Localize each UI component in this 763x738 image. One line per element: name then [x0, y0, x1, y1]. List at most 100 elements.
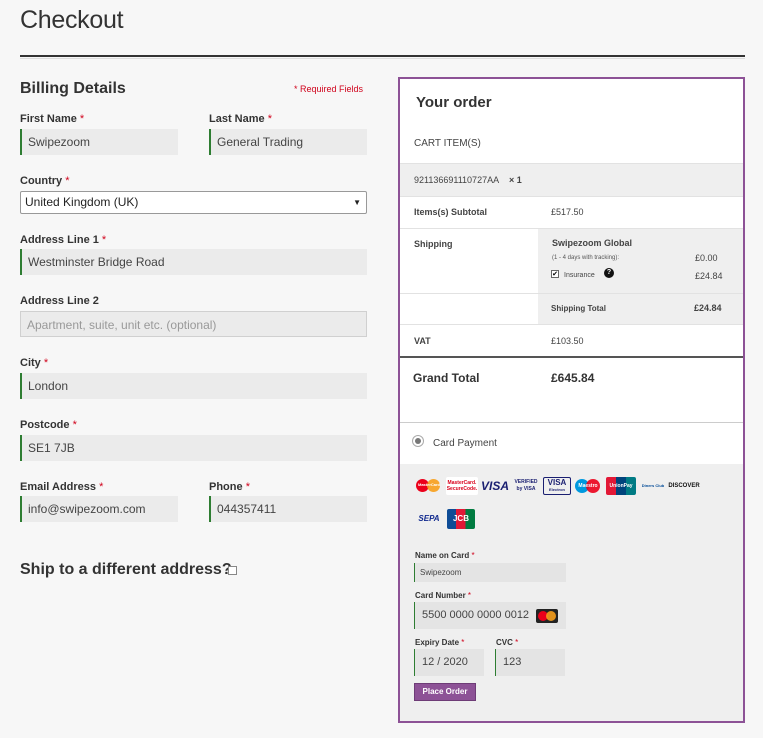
verified-by-visa-bottom: by VISA [516, 486, 536, 492]
required-star: * [99, 481, 104, 493]
insurance-checkbox[interactable]: ✔ [551, 270, 559, 278]
maestro-logo: Maestro [573, 477, 603, 495]
expiry-label: Expiry Date * [415, 638, 464, 647]
phone-input[interactable]: 044357411 [209, 496, 367, 522]
postcode-input[interactable]: SE1 7JB [20, 435, 367, 461]
required-star: * [245, 481, 250, 493]
shipping-total-label: Shipping Total [551, 304, 606, 313]
order-panel: Your order CART ITEM(S) 921136691110727A… [398, 77, 745, 723]
visa-electron-logo: VISA Electron [543, 477, 571, 495]
address1-input[interactable]: Westminster Bridge Road [20, 249, 367, 275]
phone-label-text: Phone [209, 481, 243, 493]
email-label: Email Address * [20, 481, 103, 493]
city-label: City * [20, 357, 48, 369]
required-star: * [461, 638, 465, 647]
ship-different-label: Ship to a different address? [20, 561, 232, 578]
grand-total-divider [400, 356, 743, 358]
email-input[interactable]: info@swipezoom.com [20, 496, 178, 522]
mastercard-logo-text: MasterCard [417, 482, 440, 487]
vat-value: £103.50 [551, 336, 584, 346]
required-star: * [101, 234, 107, 246]
discover-logo: DISCOVER [668, 483, 700, 489]
maestro-logo-text: Maestro [578, 483, 598, 489]
place-order-button[interactable]: Place Order [414, 683, 476, 701]
sepa-logo: SEPA [418, 514, 440, 523]
title-divider-shadow [20, 58, 745, 59]
unionpay-logo: UnionPay [606, 477, 636, 495]
shipping-method-note: (1 - 4 days with tracking): [552, 255, 620, 261]
card-number-label-text: Card Number [415, 591, 466, 600]
cvc-label: CVC * [496, 638, 518, 647]
card-payment-label[interactable]: Card Payment [433, 438, 497, 449]
cvc-label-text: CVC [496, 638, 513, 647]
ship-different-checkbox[interactable] [228, 566, 237, 575]
order-title: Your order [416, 94, 492, 111]
shipping-method-price: £0.00 [695, 253, 718, 263]
shipping-method-name: Swipezoom Global [552, 238, 633, 248]
jcb-logo: JCB [447, 509, 475, 529]
divider [400, 324, 743, 325]
required-fields-note: * Required Fields [294, 84, 364, 94]
country-label: Country * [20, 175, 70, 187]
required-star: * [72, 419, 77, 431]
name-on-card-label: Name on Card * [415, 551, 475, 560]
cart-item-qty: × 1 [509, 175, 522, 185]
vat-label: VAT [414, 336, 431, 346]
card-payment-radio[interactable] [415, 438, 421, 444]
help-icon[interactable]: ? [604, 268, 614, 278]
insurance-label: Insurance [564, 272, 595, 279]
cart-items-header: CART ITEM(S) [414, 138, 481, 149]
visa-electron-bottom: Electron [548, 487, 565, 492]
required-star: * [467, 591, 472, 600]
divider [400, 422, 743, 423]
required-star: * [79, 113, 85, 125]
mastercard-icon [536, 609, 558, 623]
address1-label: Address Line 1 * [20, 234, 106, 246]
city-input[interactable]: London [20, 373, 367, 399]
mastercard-securecode-logo: MasterCard. SecureCode. [446, 477, 478, 495]
title-divider [20, 55, 745, 57]
last-name-label-text: Last Name [209, 113, 265, 125]
first-name-label-text: First Name [20, 113, 77, 125]
shipping-label: Shipping [414, 239, 453, 249]
first-name-input[interactable]: Swipezoom [20, 129, 178, 155]
subtotal-label: Items(s) Subtotal [414, 207, 488, 217]
insurance-price: £24.84 [695, 271, 723, 281]
cvc-input[interactable]: 123 [495, 649, 565, 676]
cart-item-name: 921136691110727AA [414, 175, 500, 185]
country-selected-value: United Kingdom (UK) [25, 195, 139, 209]
mastercard-logo: MasterCard [415, 477, 443, 495]
grand-total-label: Grand Total [413, 371, 480, 385]
dropdown-arrow-icon: ▼ [353, 198, 361, 207]
subtotal-value: £517.50 [551, 207, 584, 217]
expiry-input[interactable]: 12 / 2020 [414, 649, 484, 676]
shipping-total-value: £24.84 [694, 303, 722, 313]
phone-label: Phone * [209, 481, 250, 493]
required-star: * [267, 113, 272, 125]
country-label-text: Country [20, 175, 63, 187]
address2-label-text: Address Line 2 [20, 295, 99, 307]
last-name-input[interactable]: General Trading [209, 129, 367, 155]
city-label-text: City [20, 357, 41, 369]
country-select[interactable]: United Kingdom (UK) ▼ [20, 191, 367, 214]
address1-label-text: Address Line 1 [20, 234, 99, 246]
name-on-card-label-text: Name on Card [415, 551, 470, 560]
address2-label: Address Line 2 [20, 295, 99, 307]
expiry-label-text: Expiry Date [415, 638, 460, 647]
required-star: * [515, 638, 519, 647]
visa-electron-top: VISA [547, 478, 567, 487]
last-name-label: Last Name * [209, 113, 272, 125]
verified-by-visa-logo: VERIFIED by VISA [511, 477, 541, 495]
verified-by-visa-top: VERIFIED [514, 479, 538, 485]
page-title: Checkout [20, 6, 124, 34]
card-number-label: Card Number * [415, 591, 471, 600]
required-star: * [65, 175, 70, 187]
first-name-label: First Name * [20, 113, 84, 125]
name-on-card-input[interactable]: Swipezoom [414, 563, 566, 582]
postcode-label: Postcode * [20, 419, 77, 431]
visa-logo: VISA [480, 479, 509, 493]
diners-club-logo: Diners Club [641, 483, 665, 488]
address2-input[interactable]: Apartment, suite, unit etc. (optional) [20, 311, 367, 337]
postcode-label-text: Postcode [20, 419, 70, 431]
email-label-text: Email Address [20, 481, 97, 493]
